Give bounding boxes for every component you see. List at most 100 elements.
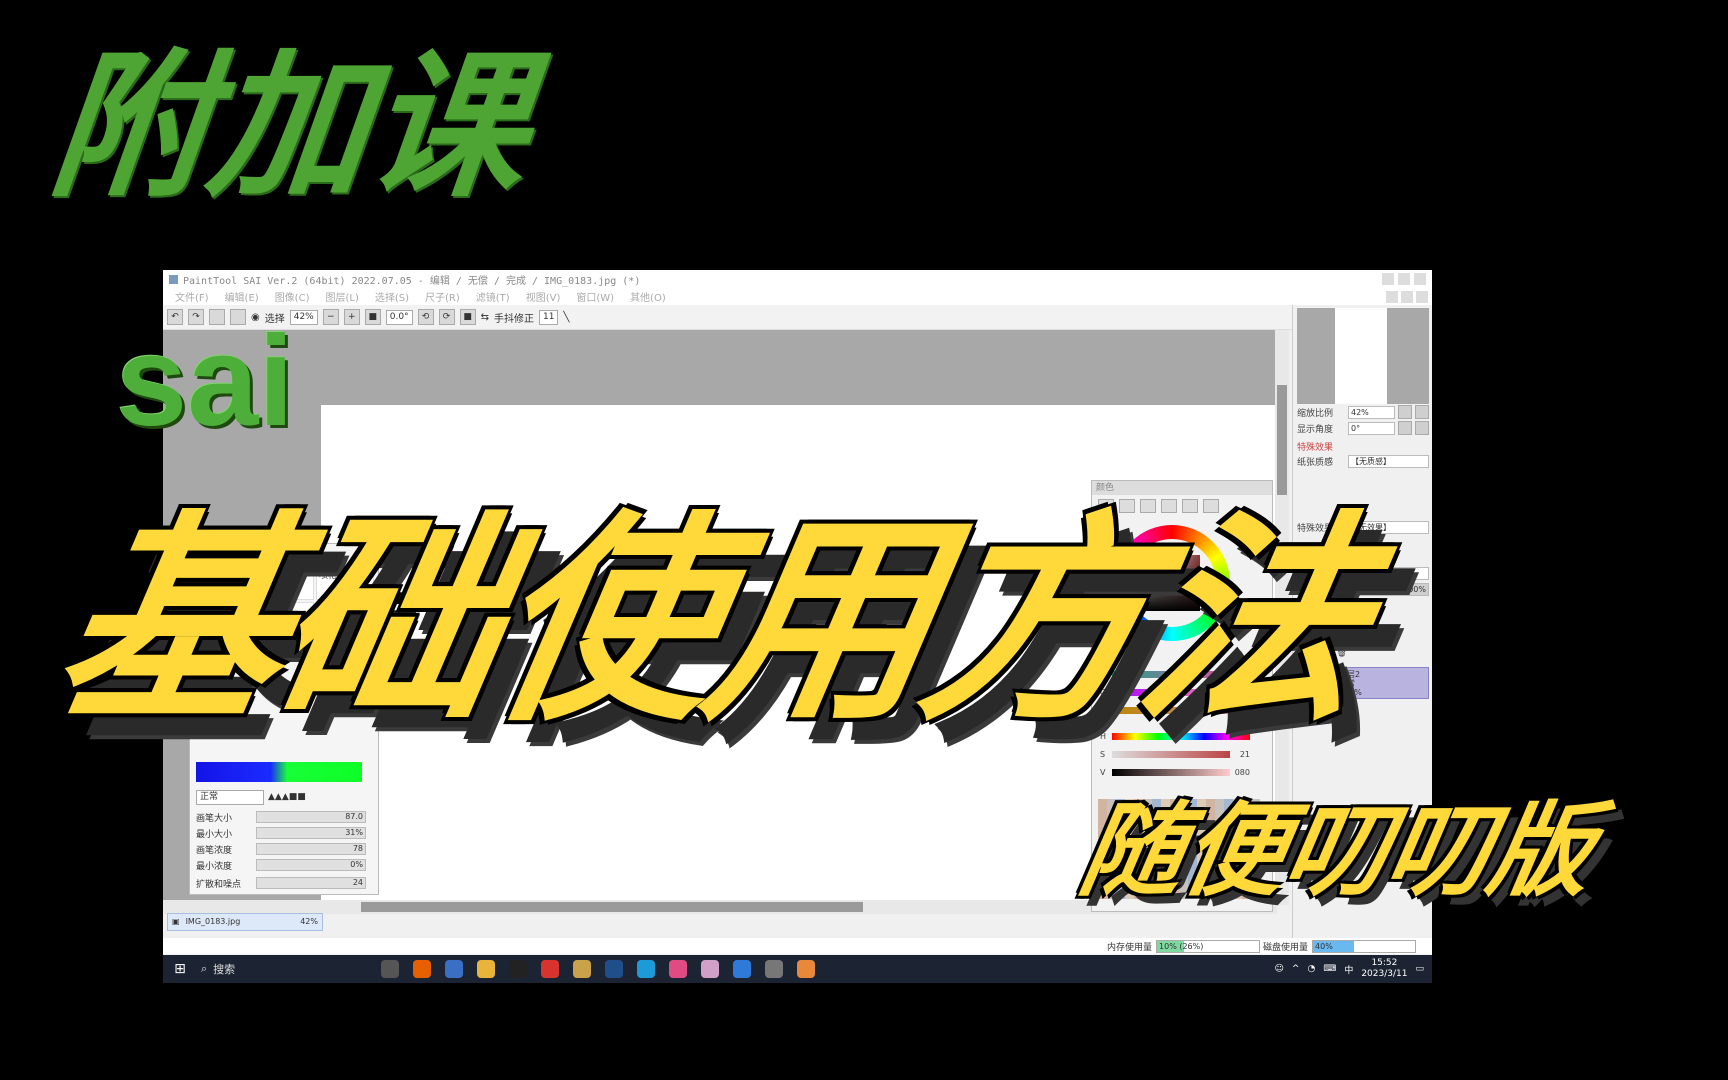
menu-ruler[interactable]: 尺子(R) — [425, 289, 460, 304]
vertical-scrollbar[interactable] — [1275, 330, 1289, 905]
notification-icon[interactable]: ▭ — [1415, 964, 1424, 974]
menu-view[interactable]: 视图(V) — [526, 289, 561, 304]
color-wheel[interactable] — [1114, 525, 1230, 641]
menu-select[interactable]: 选择(S) — [375, 289, 409, 304]
nav-zoom-in-icon[interactable] — [1415, 405, 1429, 419]
menu-file[interactable]: 文件(F) — [175, 289, 209, 304]
taskbar-search[interactable]: ⌕ 搜索 — [201, 961, 331, 977]
tray-people-icon[interactable]: ☺ — [1275, 964, 1284, 974]
tool-slot[interactable] — [256, 602, 314, 636]
chat-app-icon[interactable] — [669, 960, 687, 978]
doc-minimize-icon[interactable] — [1386, 290, 1398, 303]
menu-edit[interactable]: 编辑(E) — [225, 289, 259, 304]
zoom-reset-icon[interactable]: ■ — [364, 309, 381, 325]
swatch-tab-icon[interactable] — [1182, 499, 1198, 513]
rotate-reset-icon[interactable]: ■ — [459, 309, 476, 325]
brush-size-slider[interactable]: 87.0 — [256, 811, 366, 823]
slider-b[interactable]: B — [1100, 705, 1250, 715]
brush-shape-icons[interactable]: ▲▲▲■■ — [268, 792, 306, 802]
zoom-value[interactable]: 42% — [1348, 405, 1395, 419]
blend-select[interactable]: 正常 — [1348, 566, 1429, 580]
menu-filter[interactable]: 滤镜(T) — [476, 289, 510, 304]
scratch-tab-icon[interactable] — [1203, 499, 1219, 513]
blue-app-icon[interactable] — [733, 960, 751, 978]
edge-icon[interactable] — [637, 960, 655, 978]
undo-icon[interactable]: ↶ — [167, 309, 183, 325]
slider-s[interactable]: S 21 — [1100, 749, 1250, 759]
menu-layer[interactable]: 图层(L) — [325, 289, 358, 304]
tool-slot[interactable]: 铅笔 — [256, 566, 314, 600]
slider-r[interactable]: R — [1100, 669, 1250, 679]
maximize-icon[interactable] — [1398, 273, 1410, 285]
saturation-value-square[interactable] — [1144, 555, 1200, 611]
color-app-icon[interactable] — [701, 960, 719, 978]
navigator-preview[interactable] — [1297, 308, 1429, 404]
redo-icon[interactable]: ↷ — [188, 309, 204, 325]
effects-header[interactable]: 特殊效果 — [1293, 436, 1432, 453]
visibility-eye-icon[interactable]: ◉ — [1302, 679, 1309, 688]
min-density-slider[interactable]: 0% — [256, 859, 366, 871]
brush-blend-select[interactable]: 正常 — [196, 789, 264, 805]
hsv-tab-icon[interactable] — [1140, 499, 1156, 513]
delete-layer-icon[interactable]: 🗑 — [1336, 648, 1347, 658]
slider-h[interactable]: H — [1100, 731, 1250, 741]
texture-select[interactable]: 【无质感】 — [1348, 454, 1429, 468]
new-folder-icon[interactable]: ▭ — [1322, 648, 1331, 658]
min-size-slider[interactable]: 31% — [256, 827, 366, 839]
owl-app-icon[interactable] — [573, 960, 591, 978]
menu-other[interactable]: 其他(O) — [630, 289, 666, 304]
brush-density-slider[interactable]: 78 — [256, 843, 366, 855]
layer-item[interactable]: ◉ 图层2 正常 100% — [1297, 667, 1429, 699]
task-view-icon[interactable] — [381, 960, 399, 978]
color-swatches[interactable] — [1098, 799, 1260, 899]
clip-checkbox[interactable]: ☐ — [1297, 616, 1305, 626]
opacity-slider[interactable]: 100% — [1348, 582, 1429, 596]
deselect-icon[interactable] — [209, 309, 225, 325]
rgb-tab-icon[interactable] — [1119, 499, 1135, 513]
zoom-in-icon[interactable]: + — [343, 309, 360, 325]
slider-v[interactable]: V 080 — [1100, 767, 1250, 777]
vertical-scroll-thumb[interactable] — [1277, 385, 1287, 495]
document-tab[interactable]: ▣ IMG_0183.jpg 42% — [167, 913, 323, 931]
close-icon[interactable] — [1414, 273, 1426, 285]
select-src-row[interactable]: ○ 指定为选区样本 — [1293, 629, 1432, 645]
tool-slot[interactable]: 马克笔 — [316, 602, 374, 636]
angle-field[interactable]: 0.0° — [385, 309, 413, 325]
music-app-icon[interactable] — [541, 960, 559, 978]
windows-start-icon[interactable]: ⊞ — [169, 961, 191, 977]
line-tool-icon[interactable]: ╲ — [563, 312, 569, 323]
tool-slot[interactable]: 喷枪 — [316, 566, 374, 600]
tool-slot[interactable]: 水彩笔 — [196, 566, 254, 600]
nav-rotate-icon[interactable] — [1398, 421, 1412, 435]
ime-indicator[interactable]: 中 — [1344, 963, 1353, 976]
color-gradient-bar[interactable] — [196, 762, 362, 782]
tray-chevron-up-icon[interactable]: ^ — [1292, 964, 1300, 974]
firefox-icon[interactable] — [413, 960, 431, 978]
paintool-sai-icon[interactable] — [797, 960, 815, 978]
photoshop-icon[interactable] — [605, 960, 623, 978]
horizontal-scroll-thumb[interactable] — [361, 902, 863, 912]
invert-selection-icon[interactable] — [230, 309, 246, 325]
slider-g[interactable]: G — [1100, 687, 1250, 697]
flip-icon[interactable]: ⇆ — [481, 312, 489, 323]
tray-network-icon[interactable]: ◔ — [1307, 964, 1315, 974]
document-app-icon[interactable] — [445, 960, 463, 978]
new-pen-layer-icon[interactable]: ✎ — [1308, 648, 1316, 658]
angle-value[interactable]: 0° — [1348, 421, 1395, 435]
taskbar-clock[interactable]: 15:52 2023/3/11 — [1361, 958, 1407, 980]
minimize-icon[interactable] — [1382, 273, 1394, 285]
settings-gear-icon[interactable] — [765, 960, 783, 978]
clip-row[interactable]: ☐ 剪贴蒙版 — [1293, 613, 1432, 629]
mixer-tab-icon[interactable] — [1161, 499, 1177, 513]
nav-rotate-reset-icon[interactable] — [1415, 421, 1429, 435]
tool-slot[interactable]: 柔滑 — [196, 602, 254, 636]
select-src-checkbox[interactable]: ○ — [1297, 632, 1305, 642]
zoom-out-icon[interactable]: − — [322, 309, 339, 325]
file-explorer-icon[interactable] — [477, 960, 495, 978]
keyboard-icon[interactable]: ⌨ — [1323, 964, 1336, 974]
zoom-field[interactable]: 42% — [289, 309, 318, 325]
stabilizer-select[interactable]: 11 — [538, 309, 559, 325]
color-wheel-tab-icon[interactable] — [1098, 499, 1114, 513]
noise-slider[interactable]: 24 — [256, 877, 366, 889]
rotate-right-icon[interactable]: ⟳ — [438, 309, 455, 325]
